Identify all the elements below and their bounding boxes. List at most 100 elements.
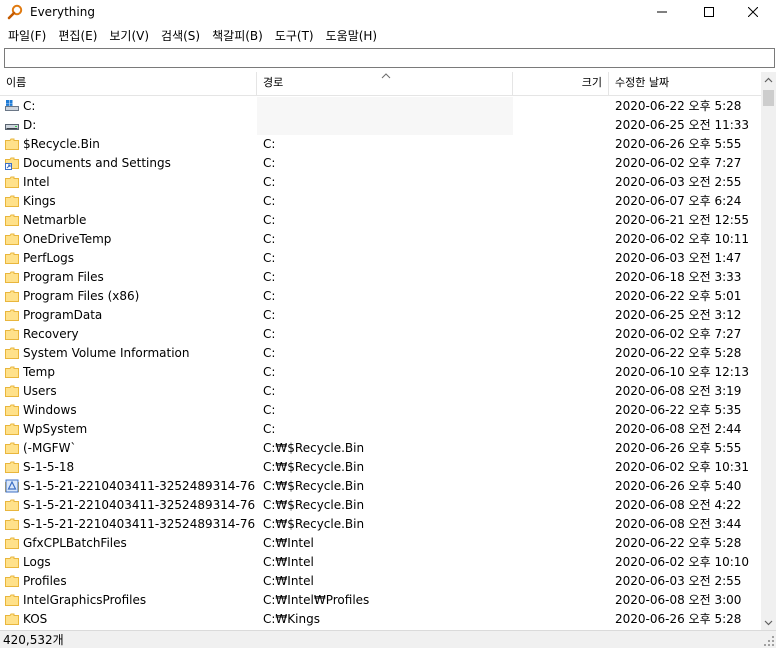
item-path: C: [263,194,276,208]
item-date-modified: 2020-06-08 오전 3:19 [615,384,742,398]
chevron-up-icon [764,77,773,82]
folder-icon [5,271,19,283]
item-path: C:₩$Recycle.Bin [263,498,365,512]
list-item[interactable]: GfxCPLBatchFiles C:₩Intel 2020-06-22 오후 5:… [0,534,761,553]
resize-grip-icon[interactable] [763,635,775,647]
list-item[interactable]: S-1-5-18 C:₩$Recycle.Bin 2020-06-02 오후 10:… [0,458,761,477]
list-item[interactable]: S-1-5-21-2210403411-3252489314-76... C:₩$… [0,496,761,515]
column-date-modified[interactable]: 수정한 날짜 [609,72,761,96]
item-path: C: [263,346,276,360]
list-item[interactable]: (-MGFW` C:₩$Recycle.Bin 2020-06-26 오후 5:55 [0,439,761,458]
list-item[interactable]: System Volume Information C: 2020-06-22 오후… [0,344,761,363]
item-date-modified: 2020-06-08 오전 4:22 [615,498,742,512]
menu-file[interactable]: 파일(F) [2,26,52,46]
maximize-button[interactable] [686,0,732,24]
list-item[interactable]: OneDriveTemp C: 2020-06-02 오후 10:11 [0,230,761,249]
list-item[interactable]: IntelGraphicsProfiles C:₩Intel₩Profiles 20… [0,591,761,610]
list-item[interactable]: WpSystem C: 2020-06-08 오전 2:44 [0,420,761,439]
item-name: PerfLogs [23,251,75,265]
item-name: KOS [23,612,48,626]
list-item[interactable]: D: 2020-06-25 오전 11:33 [0,116,761,135]
item-date-modified: 2020-06-25 오전 3:12 [615,308,742,322]
item-name: System Volume Information [23,346,190,360]
folder-icon [5,556,19,568]
list-item[interactable]: Recovery C: 2020-06-02 오후 7:27 [0,325,761,344]
column-header: 이름 경로 크기 수정한 날짜 [0,72,761,96]
list-item[interactable]: S-1-5-21-2210403411-3252489314-76... C:₩$… [0,477,761,496]
folder-icon [5,138,19,150]
scroll-up-arrow[interactable] [761,72,776,87]
scroll-down-arrow[interactable] [761,615,776,630]
folder-icon [5,575,19,587]
search-input[interactable] [4,48,775,68]
folder-icon [5,252,19,264]
item-name: (-MGFW` [23,441,77,455]
list-item[interactable]: Kings C: 2020-06-07 오후 6:24 [0,192,761,211]
minimize-button[interactable] [639,0,685,24]
list-item[interactable]: Documents and Settings C: 2020-06-02 오후 7:… [0,154,761,173]
item-path: C: [263,365,276,379]
item-name: Program Files (x86) [23,289,140,303]
list-item[interactable]: Profiles C:₩Intel 2020-06-03 오전 2:55 [0,572,761,591]
list-item[interactable]: S-1-5-21-2210403411-3252489314-76... C:₩$… [0,515,761,534]
item-path: C:₩Intel₩Profiles [263,593,370,607]
list-item[interactable]: Windows C: 2020-06-22 오후 5:35 [0,401,761,420]
item-path: C: [263,327,276,341]
item-name: $Recycle.Bin [23,137,100,151]
menu-view[interactable]: 보기(V) [103,26,155,46]
item-path: C: [263,384,276,398]
list-item[interactable]: Temp C: 2020-06-10 오후 12:13 [0,363,761,382]
list-item[interactable]: Logs C:₩Intel 2020-06-02 오후 10:10 [0,553,761,572]
list-item[interactable]: Intel C: 2020-06-03 오전 2:55 [0,173,761,192]
item-date-modified: 2020-06-07 오후 6:24 [615,194,742,208]
list-item[interactable]: Netmarble C: 2020-06-21 오전 12:55 [0,211,761,230]
item-path: C:₩$Recycle.Bin [263,479,365,493]
item-date-modified: 2020-06-22 오후 5:28 [615,346,742,360]
list-item[interactable]: KOS C:₩Kings 2020-06-26 오후 5:28 [0,610,761,629]
column-size[interactable]: 크기 [513,72,609,96]
item-date-modified: 2020-06-03 오전 1:47 [615,251,742,265]
item-date-modified: 2020-06-03 오전 2:55 [615,574,742,588]
item-path: C:₩$Recycle.Bin [263,517,365,531]
item-path: C:₩Kings [263,612,320,626]
list-item[interactable]: Users C: 2020-06-08 오전 3:19 [0,382,761,401]
list-item[interactable]: Program Files C: 2020-06-18 오전 3:33 [0,268,761,287]
item-name: Program Files [23,270,104,284]
list-item[interactable]: $Recycle.Bin C: 2020-06-26 오후 5:55 [0,135,761,154]
item-name: Users [23,384,57,398]
item-name: D: [23,118,37,132]
list-item[interactable]: PerfLogs C: 2020-06-03 오전 1:47 [0,249,761,268]
menu-edit[interactable]: 편집(E) [52,26,103,46]
item-date-modified: 2020-06-02 오후 10:11 [615,232,750,246]
menu-tools[interactable]: 도구(T) [269,26,320,46]
list-item[interactable]: Program Files (x86) C: 2020-06-22 오후 5:01 [0,287,761,306]
recycle-bin-icon [5,479,19,493]
item-date-modified: 2020-06-26 오후 5:55 [615,137,742,151]
close-button[interactable] [730,0,776,24]
menu-search[interactable]: 검색(S) [155,26,206,46]
status-bar: 420,532개 [0,630,776,648]
menu-bookmarks[interactable]: 책갈피(B) [206,26,269,46]
menu-bar: 파일(F) 편집(E) 보기(V) 검색(S) 책갈피(B) 도구(T) 도움말… [0,25,776,46]
folder-icon [5,518,19,530]
menu-help[interactable]: 도움말(H) [320,26,384,46]
folder-icon [5,233,19,245]
list-item[interactable]: ProgramData C: 2020-06-25 오전 3:12 [0,306,761,325]
scroll-thumb[interactable] [763,90,774,106]
item-path: C: [263,175,276,189]
item-path: C: [263,137,276,151]
item-name: S-1-5-21-2210403411-3252489314-76... [23,517,255,531]
item-path: C: [263,156,276,170]
item-date-modified: 2020-06-18 오전 3:33 [615,270,742,284]
item-date-modified: 2020-06-21 오전 12:55 [615,213,750,227]
folder-icon [5,214,19,226]
item-name: IntelGraphicsProfiles [23,593,147,607]
column-name[interactable]: 이름 [0,72,257,96]
path-cell-bg [257,116,513,135]
list-item[interactable]: C: 2020-06-22 오후 5:28 [0,97,761,116]
folder-icon [5,290,19,302]
vertical-scrollbar[interactable] [761,72,776,630]
folder-icon [5,309,19,321]
item-name: C: [23,99,36,113]
item-path: C: [263,308,276,322]
